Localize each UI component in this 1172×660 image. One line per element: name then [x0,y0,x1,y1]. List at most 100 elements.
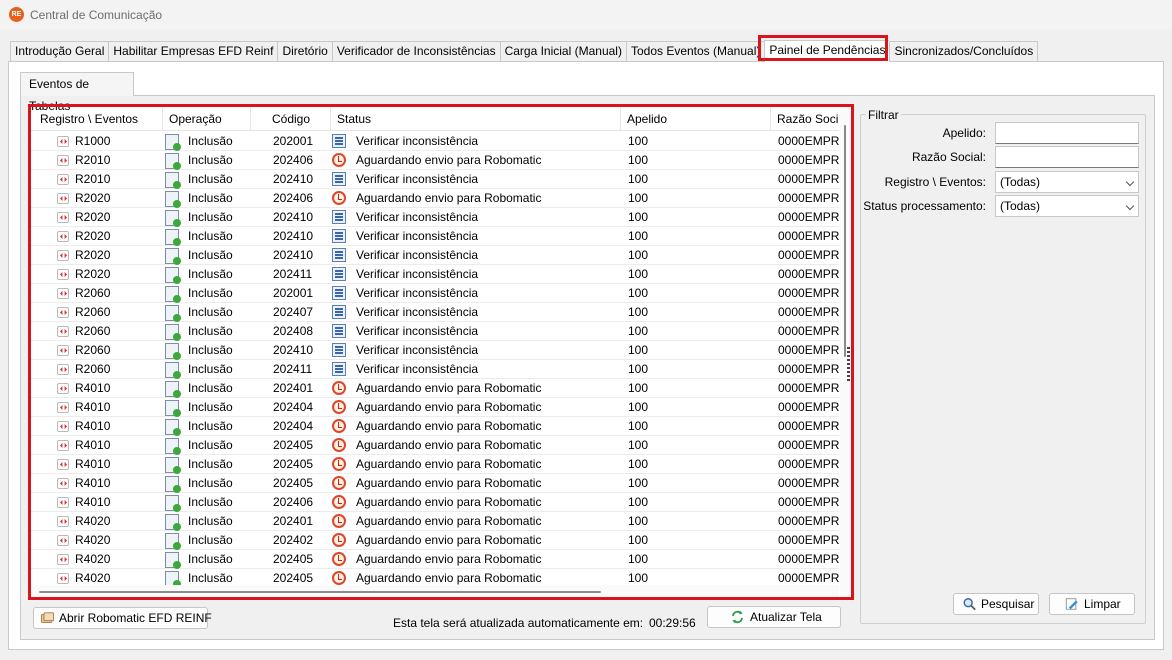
cell-registro: R2020 [75,229,111,243]
cell-registro: R4010 [75,457,111,471]
column-header-codigo[interactable]: Código [251,107,331,131]
grid-rows: R1000 Inclusão 202001 Verificar inconsistên… [31,132,839,588]
cell-apelido: 100 [628,191,649,205]
table-row[interactable]: R4010 Inclusão 202406 Aguardando envio para… [31,493,839,512]
cell-operacao: Inclusão [188,381,233,395]
table-row[interactable]: R1000 Inclusão 202001 Verificar inconsistên… [31,132,839,151]
table-row[interactable]: R4010 Inclusão 202405 Aguardando envio para… [31,455,839,474]
main-tab-strip: Introdução Geral Habilitar Empresas EFD … [10,40,1039,62]
cell-razao-social: 0000EMPRI [778,267,839,281]
table-row[interactable]: R2060 Inclusão 202001 Verificar inconsistên… [31,284,839,303]
cell-status: Verificar inconsistência [356,324,479,338]
cell-registro: R4020 [75,552,111,566]
apelido-input[interactable] [995,122,1139,144]
document-list-icon [332,172,346,186]
table-row[interactable]: R2020 Inclusão 202406 Aguardando envio para… [31,189,839,208]
table-row[interactable]: R2010 Inclusão 202410 Verificar inconsistên… [31,170,839,189]
razao-social-input[interactable] [995,146,1139,168]
new-document-icon [165,514,181,531]
clock-alert-icon [332,571,346,585]
cell-operacao: Inclusão [188,267,233,281]
horizontal-scroll-thumb[interactable] [39,591,601,593]
tab-diretorio[interactable]: Diretório [277,41,332,62]
horizontal-scrollbar[interactable] [31,585,839,597]
tab-painel-pendencias[interactable]: Painel de Pendências [764,40,890,62]
grid-header: Registro \ Eventos Operação Código Statu… [31,107,839,131]
code-tag-icon [57,402,69,413]
table-row[interactable]: R2020 Inclusão 202410 Verificar inconsistên… [31,208,839,227]
cell-registro: R2010 [75,172,111,186]
cell-registro: R2060 [75,343,111,357]
cell-codigo: 202001 [273,286,314,300]
cell-codigo: 202401 [273,381,314,395]
cell-apelido: 100 [628,305,649,319]
clock-alert-icon [332,153,346,167]
clock-alert-icon [332,419,346,433]
table-row[interactable]: R4020 Inclusão 202401 Aguardando envio para… [31,512,839,531]
cell-apelido: 100 [628,229,649,243]
cell-codigo: 202405 [273,438,314,452]
table-row[interactable]: R4010 Inclusão 202405 Aguardando envio para… [31,474,839,493]
events-grid: Registro \ Eventos Operação Código Statu… [31,107,851,597]
status-processamento-select[interactable]: (Todas) [995,195,1139,217]
tab-sincronizados-concluidos[interactable]: Sincronizados/Concluídos [889,41,1039,62]
column-header-operacao[interactable]: Operação [163,107,251,131]
document-list-icon [332,343,346,357]
search-button[interactable]: Pesquisar [953,593,1039,615]
vertical-scroll-thumb[interactable] [844,125,846,357]
open-robomatic-button[interactable]: Abrir Robomatic EFD REINF [33,607,212,629]
cell-status: Aguardando envio para Robomatic [356,552,542,566]
tab-carga-inicial[interactable]: Carga Inicial (Manual) [499,41,626,62]
registro-eventos-select[interactable]: (Todas) [995,171,1139,193]
table-row[interactable]: R2060 Inclusão 202411 Verificar inconsistên… [31,360,839,379]
cell-registro: R4010 [75,476,111,490]
code-tag-icon [57,212,69,223]
refresh-button[interactable]: Atualizar Tela [707,606,841,628]
table-row[interactable]: R4020 Inclusão 202405 Aguardando envio para… [31,550,839,569]
cell-operacao: Inclusão [188,248,233,262]
cell-status: Verificar inconsistência [356,172,479,186]
new-document-icon [165,457,181,474]
column-header-apelido[interactable]: Apelido [621,107,771,131]
registro-eventos-value: (Todas) [1000,175,1041,189]
table-row[interactable]: R2020 Inclusão 202410 Verificar inconsistên… [31,227,839,246]
code-tag-icon [57,155,69,166]
cell-razao-social: 0000EMPRI [778,533,839,547]
tab-habilitar-empresas[interactable]: Habilitar Empresas EFD Reinf [108,41,278,62]
table-row[interactable]: R2060 Inclusão 202410 Verificar inconsistên… [31,341,839,360]
cell-codigo: 202410 [273,229,314,243]
new-document-icon [165,172,181,189]
column-header-razao-social[interactable]: Razão Soci [771,107,839,131]
table-row[interactable]: R2060 Inclusão 202408 Verificar inconsistên… [31,322,839,341]
cell-apelido: 100 [628,457,649,471]
cell-operacao: Inclusão [188,514,233,528]
tab-eventos-de-tabelas[interactable]: Eventos de Tabelas [20,72,134,113]
table-row[interactable]: R2020 Inclusão 202411 Verificar inconsistên… [31,265,839,284]
table-row[interactable]: R4020 Inclusão 202402 Aguardando envio para… [31,531,839,550]
new-document-icon [165,324,181,341]
splitter-handle[interactable] [847,347,850,381]
code-tag-icon [57,174,69,185]
new-document-icon [165,381,181,398]
cell-operacao: Inclusão [188,438,233,452]
table-row[interactable]: R4010 Inclusão 202405 Aguardando envio para… [31,436,839,455]
cell-status: Verificar inconsistência [356,286,479,300]
column-header-status[interactable]: Status [331,107,621,131]
table-row[interactable]: R2020 Inclusão 202410 Verificar inconsistên… [31,246,839,265]
cell-operacao: Inclusão [188,172,233,186]
tab-verificador-inconsistencias[interactable]: Verificador de Inconsistências [331,41,500,62]
table-row[interactable]: R4010 Inclusão 202404 Aguardando envio para… [31,398,839,417]
table-row[interactable]: R2010 Inclusão 202406 Aguardando envio para… [31,151,839,170]
cell-apelido: 100 [628,533,649,547]
table-row[interactable]: R4010 Inclusão 202404 Aguardando envio para… [31,417,839,436]
cell-apelido: 100 [628,210,649,224]
table-row[interactable]: R2060 Inclusão 202407 Verificar inconsistên… [31,303,839,322]
cell-registro: R4020 [75,533,111,547]
clear-button[interactable]: Limpar [1049,593,1135,615]
cell-registro: R2020 [75,191,111,205]
tab-introducao-geral[interactable]: Introdução Geral [10,41,109,62]
tab-todos-eventos[interactable]: Todos Eventos (Manual) [625,41,765,62]
cell-operacao: Inclusão [188,210,233,224]
cell-razao-social: 0000EMPRI [778,191,839,205]
table-row[interactable]: R4010 Inclusão 202401 Aguardando envio para… [31,379,839,398]
